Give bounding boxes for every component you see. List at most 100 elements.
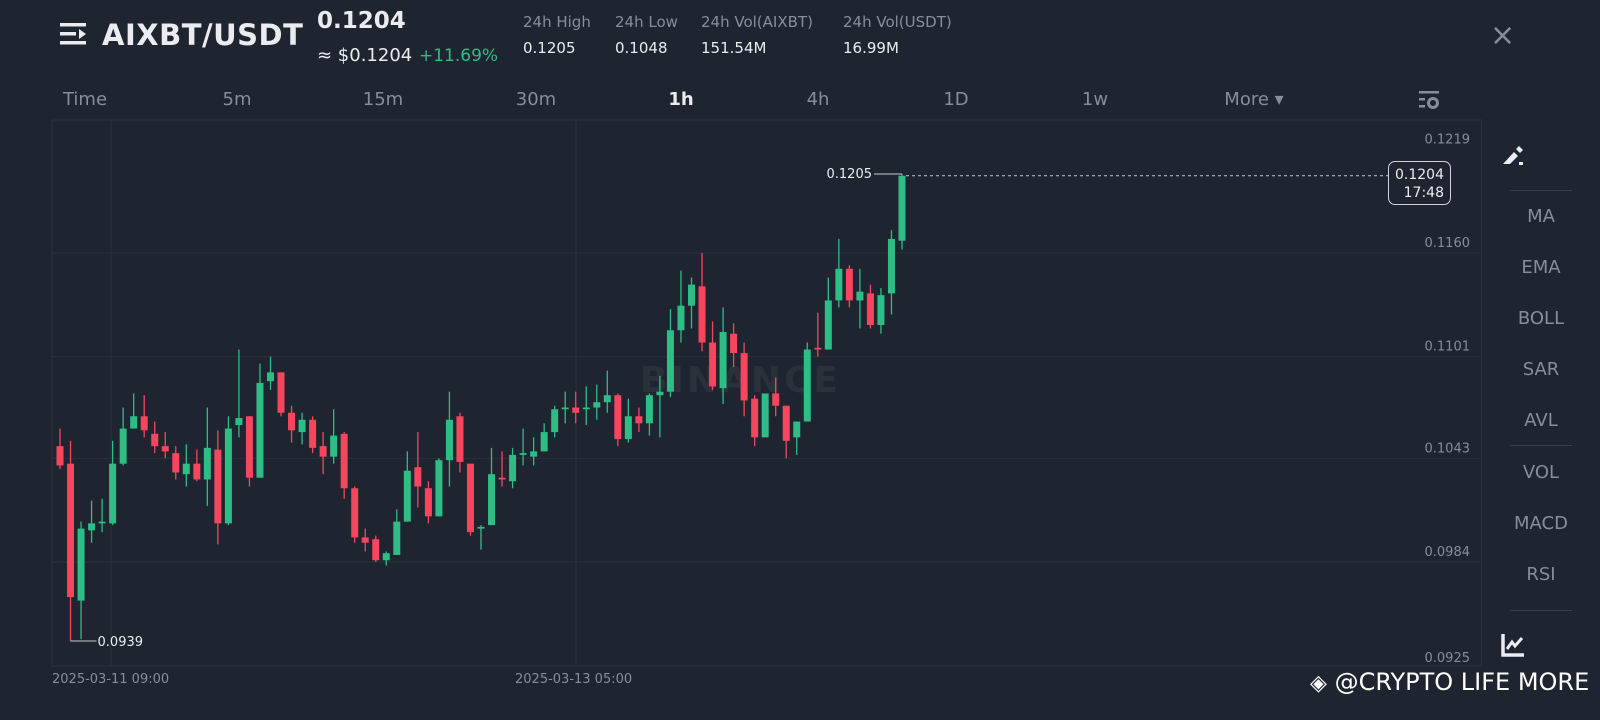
indicator-avl[interactable]: AVL (1482, 410, 1600, 431)
candle-down (614, 395, 622, 440)
candle-up (688, 284, 695, 306)
candle-up (119, 428, 127, 464)
candle-down (309, 419, 317, 448)
current-price-value: 0.1204 (1395, 167, 1444, 183)
candle-up (330, 435, 338, 457)
y-tick-label: 0.1160 (1425, 236, 1471, 251)
candle-down (372, 539, 380, 561)
candle-up (509, 454, 517, 482)
indicator-ma[interactable]: MA (1482, 206, 1600, 227)
candle-down (572, 407, 580, 413)
candle-down (193, 463, 201, 480)
candle-down (172, 453, 180, 473)
sidebar-separator (1510, 190, 1572, 191)
candle-down (319, 446, 327, 457)
candle-up (203, 447, 211, 480)
candle-up (666, 330, 674, 392)
x-tick-label: 2025-03-11 09:00 (52, 672, 170, 687)
candle-up (393, 521, 401, 555)
indicator-boll[interactable]: BOLL (1482, 308, 1600, 329)
candle-down (709, 342, 717, 387)
indicator-rsi[interactable]: RSI (1482, 564, 1600, 585)
y-tick-label: 0.1043 (1425, 441, 1471, 456)
indicator-vol[interactable]: VOL (1482, 462, 1600, 483)
candle-up (77, 528, 85, 601)
candle-down (161, 446, 169, 452)
candle-up (856, 291, 864, 301)
candle-up (824, 300, 832, 350)
candlestick-chart[interactable]: 0.1219 0.1160 0.1101 0.1043 0.0984 0.0925 0.12… (0, 0, 1600, 720)
candle-up (98, 521, 106, 524)
x-tick-label: 2025-03-13 05:00 (515, 672, 633, 687)
chart-type-icon[interactable] (1500, 632, 1526, 658)
candle-down (814, 347, 822, 350)
candle-up (593, 402, 601, 408)
candle-down (214, 449, 222, 524)
candle-up (403, 470, 411, 522)
candle-up (530, 451, 538, 457)
candle-up (488, 474, 496, 526)
indicator-sar[interactable]: SAR (1482, 359, 1600, 380)
candle-down (67, 463, 75, 598)
candle-down (277, 372, 285, 413)
min-price-label: 0.0939 (98, 635, 143, 650)
current-price-tag: 0.1204 17:48 (1388, 161, 1451, 205)
candle-up (719, 332, 727, 389)
candle-down (361, 537, 369, 543)
candle-up (835, 268, 843, 301)
candle-up (624, 416, 632, 440)
candle-down (414, 467, 422, 487)
candle-up (267, 372, 274, 382)
draw-tool-icon[interactable] (1500, 143, 1526, 169)
indicator-ema[interactable]: EMA (1482, 257, 1600, 278)
max-price-label: 0.1205 (827, 167, 873, 182)
candle-up (130, 416, 138, 429)
candle-up (382, 553, 390, 561)
candle-up (519, 453, 527, 455)
candle-countdown: 17:48 (1403, 185, 1444, 201)
candle-down (698, 286, 706, 343)
candle-up (477, 526, 485, 529)
candle-up (803, 349, 811, 422)
candle-down (751, 398, 759, 438)
candle-up (109, 463, 117, 524)
candle-up (793, 421, 801, 438)
candle-down (730, 333, 738, 354)
candle-down (151, 433, 159, 447)
candle-up (656, 391, 664, 396)
candle-up (645, 395, 653, 424)
y-tick-label: 0.1101 (1425, 340, 1471, 355)
candle-down (140, 416, 148, 431)
candle-up (898, 175, 906, 241)
candle-down (351, 488, 359, 538)
candle-down (424, 488, 432, 517)
candle-down (56, 446, 64, 466)
candle-down (498, 477, 506, 480)
candle-down (466, 463, 474, 533)
credit-watermark: ◈ @CRYPTO LIFE MORE (1310, 668, 1589, 696)
candle-up (235, 418, 243, 426)
candle-up (877, 295, 885, 325)
candle-up (677, 305, 685, 331)
candle-up (561, 407, 569, 410)
sidebar-separator (1510, 610, 1572, 611)
y-tick-label: 0.0984 (1425, 545, 1471, 560)
candle-down (456, 416, 464, 462)
candle-down (245, 416, 253, 478)
candle-up (761, 393, 769, 438)
candle-up (540, 432, 548, 452)
candle-down (288, 412, 296, 431)
candle-up (551, 409, 559, 433)
indicator-macd[interactable]: MACD (1482, 513, 1600, 534)
candle-down (772, 393, 780, 406)
candle-down (635, 416, 643, 424)
candle-down (866, 293, 874, 325)
credit-text: @CRYPTO LIFE MORE (1334, 668, 1590, 696)
candle-up (582, 407, 590, 410)
candle-up (224, 428, 232, 524)
candle-up (182, 463, 190, 475)
binance-logo-icon: ◈ (1310, 671, 1327, 696)
candle-down (845, 268, 853, 301)
sidebar-separator (1510, 445, 1572, 446)
candle-up (603, 395, 611, 403)
